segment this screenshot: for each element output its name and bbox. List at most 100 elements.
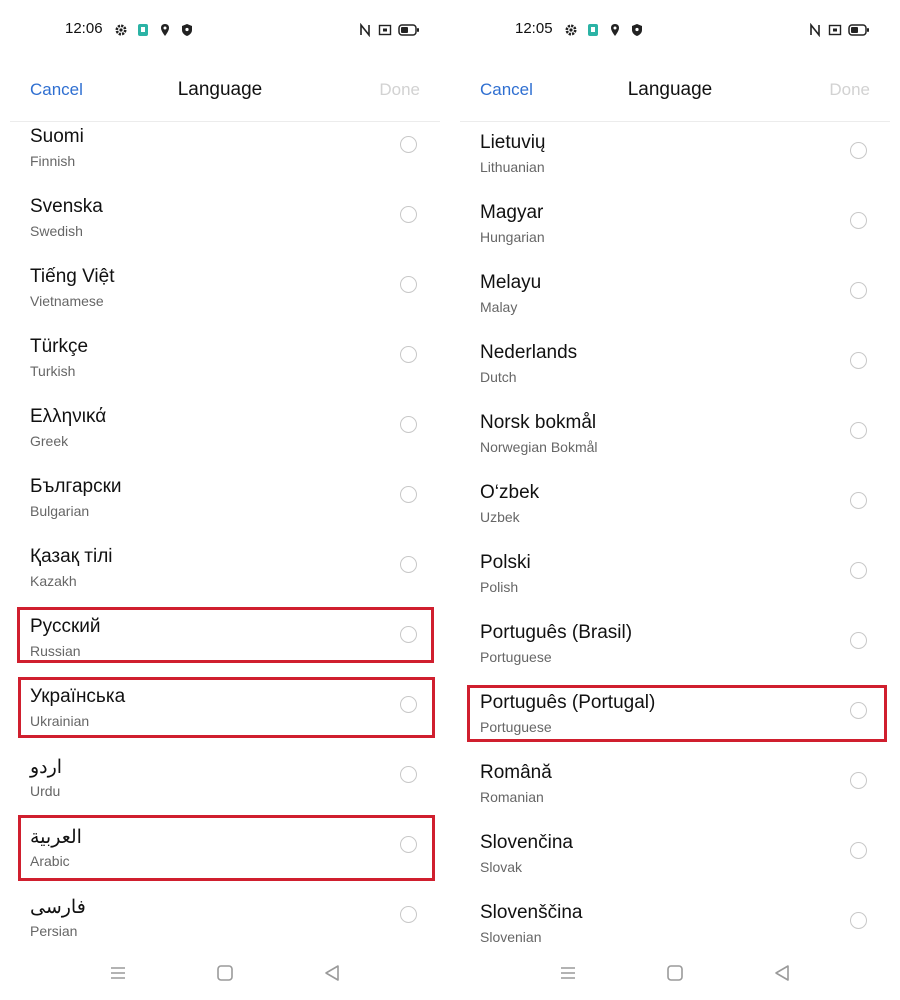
- language-row[interactable]: O‘zbek Uzbek: [450, 472, 890, 542]
- language-english-name: Persian: [30, 923, 78, 939]
- language-row[interactable]: Slovenščina Slovenian: [450, 892, 890, 962]
- language-list: Lietuvių Lithuanian Magyar Hungarian Melay…: [450, 122, 890, 962]
- home-icon[interactable]: [214, 962, 236, 984]
- radio-button[interactable]: [400, 556, 417, 573]
- language-native-name: Slovenčina: [480, 832, 573, 853]
- menu-icon[interactable]: [107, 962, 129, 984]
- screen-cast-icon: [378, 23, 392, 37]
- language-english-name: Malay: [480, 299, 518, 315]
- radio-button[interactable]: [400, 206, 417, 223]
- radio-button[interactable]: [400, 486, 417, 503]
- radio-button[interactable]: [400, 766, 417, 783]
- back-icon[interactable]: [321, 962, 343, 984]
- title-bar: Cancel Language Done: [450, 70, 890, 114]
- radio-button[interactable]: [850, 212, 867, 229]
- language-english-name: Swedish: [30, 223, 83, 239]
- status-bar: 12:06: [0, 14, 440, 46]
- language-row[interactable]: Tiếng Việt Vietnamese: [0, 256, 440, 326]
- shield-icon: [180, 23, 194, 37]
- highlight-box-ukrainian: [18, 677, 435, 738]
- battery-icon: [398, 23, 420, 37]
- status-time: 12:06: [65, 20, 103, 37]
- language-english-name: Turkish: [30, 363, 76, 379]
- radio-button[interactable]: [850, 562, 867, 579]
- radio-button[interactable]: [400, 136, 417, 153]
- language-row[interactable]: Română Romanian: [450, 752, 890, 822]
- battery-icon: [848, 23, 870, 37]
- language-row[interactable]: Қазақ тілі Kazakh: [0, 536, 440, 606]
- language-native-name: Slovenščina: [480, 902, 583, 923]
- done-button[interactable]: Done: [379, 80, 420, 100]
- radio-button[interactable]: [400, 416, 417, 433]
- language-row[interactable]: Nederlands Dutch: [450, 332, 890, 402]
- language-row[interactable]: Slovenčina Slovak: [450, 822, 890, 892]
- location-icon: [608, 23, 622, 37]
- radio-button[interactable]: [850, 632, 867, 649]
- language-native-name: Български: [30, 476, 122, 497]
- language-native-name: Svenska: [30, 196, 103, 217]
- settings-icon: [564, 23, 578, 37]
- language-english-name: Urdu: [30, 783, 61, 799]
- language-row[interactable]: اردو Urdu: [0, 746, 440, 816]
- radio-button[interactable]: [850, 912, 867, 929]
- radio-button[interactable]: [850, 772, 867, 789]
- status-bar: 12:05: [450, 14, 890, 46]
- language-english-name: Greek: [30, 433, 69, 449]
- language-row[interactable]: Melayu Malay: [450, 262, 890, 332]
- language-english-name: Dutch: [480, 369, 517, 385]
- language-row[interactable]: Suomi Finnish: [0, 116, 440, 186]
- status-time: 12:05: [515, 20, 553, 37]
- language-english-name: Slovak: [480, 859, 523, 875]
- language-english-name: Portuguese: [480, 649, 552, 665]
- language-row[interactable]: Български Bulgarian: [0, 466, 440, 536]
- menu-icon[interactable]: [557, 962, 579, 984]
- highlight-box-arabic: [18, 815, 435, 881]
- home-icon[interactable]: [664, 962, 686, 984]
- settings-icon: [114, 23, 128, 37]
- language-native-name: Română: [480, 762, 552, 783]
- radio-button[interactable]: [400, 906, 417, 923]
- radio-button[interactable]: [850, 352, 867, 369]
- language-row[interactable]: Norsk bokmål Norwegian Bokmål: [450, 402, 890, 472]
- highlight-box-portuguese-portugal: [467, 685, 887, 742]
- radio-button[interactable]: [850, 282, 867, 299]
- language-english-name: Bulgarian: [30, 503, 90, 519]
- language-row[interactable]: Magyar Hungarian: [450, 192, 890, 262]
- language-english-name: Lithuanian: [480, 159, 545, 175]
- language-native-name: Polski: [480, 552, 531, 573]
- language-english-name: Uzbek: [480, 509, 520, 525]
- radio-button[interactable]: [400, 346, 417, 363]
- language-english-name: Polish: [480, 579, 519, 595]
- language-native-name: Lietuvių: [480, 132, 546, 153]
- radio-button[interactable]: [850, 492, 867, 509]
- language-native-name: فارسی: [30, 897, 86, 918]
- radio-button[interactable]: [400, 276, 417, 293]
- language-row[interactable]: فارسی Persian: [0, 886, 440, 956]
- done-button[interactable]: Done: [829, 80, 870, 100]
- radio-button[interactable]: [850, 142, 867, 159]
- nfc-icon: [808, 23, 822, 37]
- app-notification-icon: [136, 23, 150, 37]
- page-title: Language: [627, 79, 713, 100]
- language-native-name: Melayu: [480, 272, 542, 293]
- shield-icon: [630, 23, 644, 37]
- language-english-name: Vietnamese: [30, 293, 104, 309]
- nfc-icon: [358, 23, 372, 37]
- language-row[interactable]: Português (Brasil) Portuguese: [450, 612, 890, 682]
- language-row[interactable]: Ελληνικά Greek: [0, 396, 440, 466]
- language-native-name: Nederlands: [480, 342, 578, 363]
- language-row[interactable]: Polski Polish: [450, 542, 890, 612]
- language-native-name: اردو: [30, 757, 63, 778]
- radio-button[interactable]: [850, 842, 867, 859]
- language-row[interactable]: Türkçe Turkish: [0, 326, 440, 396]
- back-icon[interactable]: [771, 962, 793, 984]
- language-english-name: Norwegian Bokmål: [480, 439, 598, 455]
- language-english-name: Slovenian: [480, 929, 542, 945]
- navigation-bar: [0, 958, 440, 988]
- language-row[interactable]: Lietuvių Lithuanian: [450, 122, 890, 192]
- screen-cast-icon: [828, 23, 842, 37]
- radio-button[interactable]: [850, 422, 867, 439]
- highlight-box-russian: [17, 607, 434, 663]
- language-row[interactable]: Svenska Swedish: [0, 186, 440, 256]
- language-native-name: Tiếng Việt: [30, 266, 115, 287]
